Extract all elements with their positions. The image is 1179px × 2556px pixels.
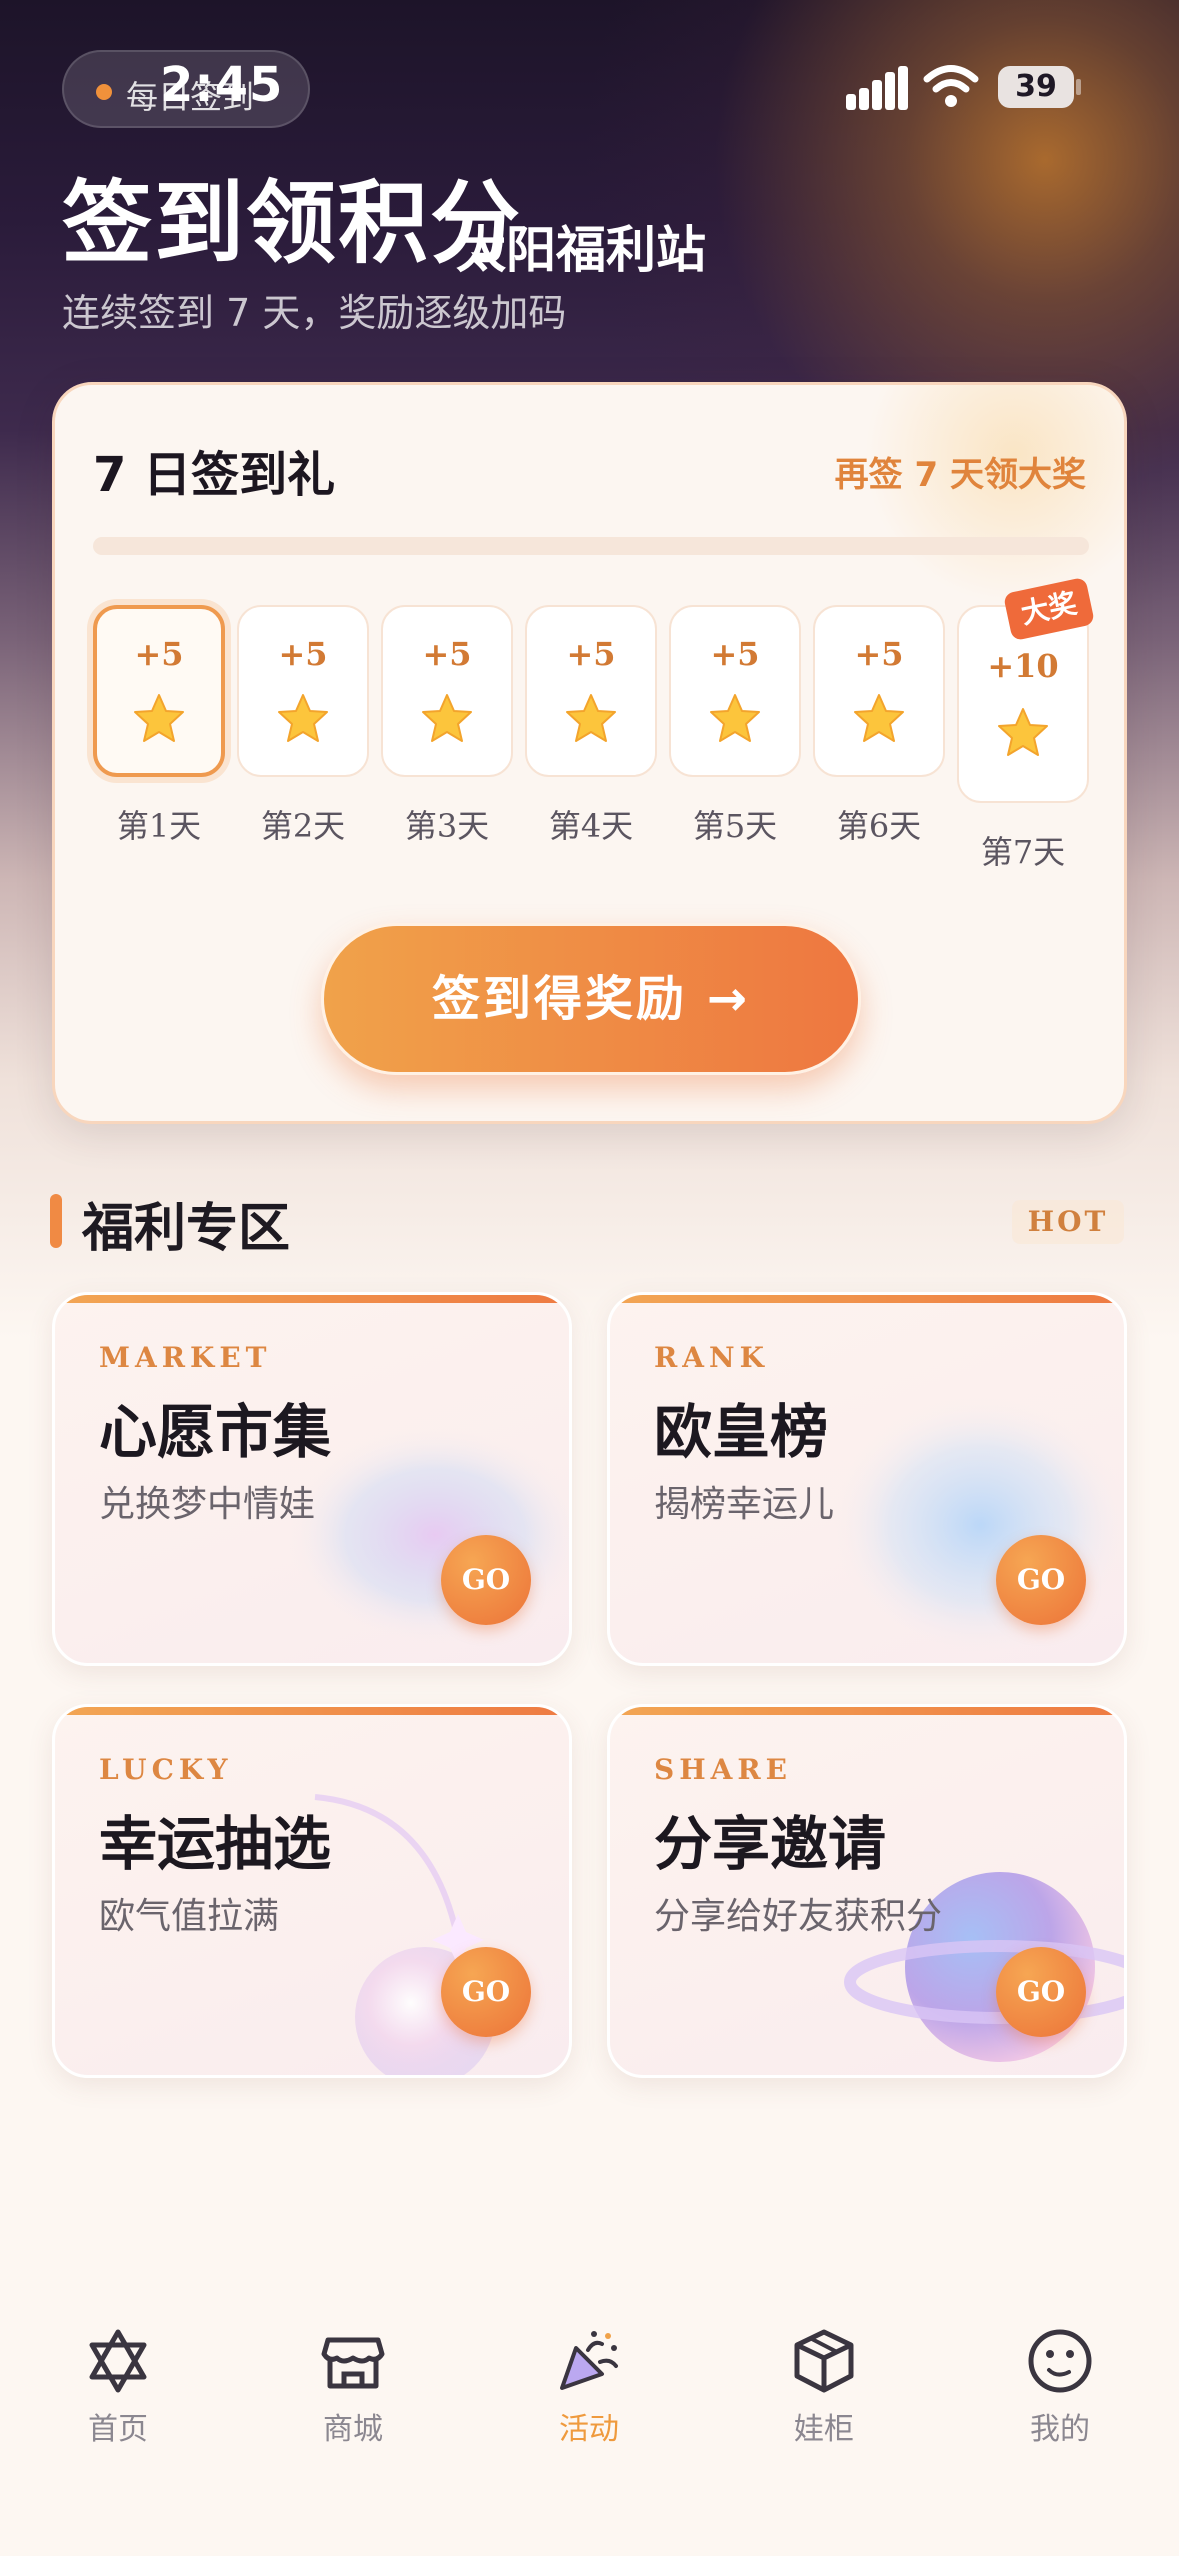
status-dot xyxy=(96,84,112,100)
day-points: +5 xyxy=(854,635,904,673)
status-time: 2:45 xyxy=(160,57,284,113)
card-english-tag: MARKET xyxy=(99,1341,272,1374)
checkin-card: 7 日签到礼 再签 7 天领大奖 +5 第1天 +5 第2天 +5 第3天 +5… xyxy=(52,382,1127,1124)
tab-label: 我的 xyxy=(1030,2412,1090,2447)
card-description: 分享给好友获积分 xyxy=(654,1896,943,1937)
card-title: 分享邀请 xyxy=(654,1810,887,1878)
go-button[interactable]: GO xyxy=(441,1947,531,2037)
card-title: 幸运抽选 xyxy=(99,1810,332,1878)
market-card[interactable]: MARKET 心愿市集 兑换梦中情娃 GO xyxy=(52,1292,572,1666)
site-name: 太阳福利站 xyxy=(456,221,706,279)
tab-activity[interactable]: 活动 xyxy=(509,2326,669,2447)
star-icon xyxy=(566,694,616,742)
tab-label: 商城 xyxy=(323,2412,383,2447)
store-icon xyxy=(321,2337,385,2389)
rank-card[interactable]: RANK 欧皇榜 揭榜幸运儿 GO xyxy=(607,1292,1127,1666)
day-points: +5 xyxy=(422,635,472,673)
day-label: 第5天 xyxy=(692,807,778,845)
day-points: +5 xyxy=(134,635,184,673)
card-description: 揭榜幸运儿 xyxy=(654,1484,835,1525)
tab-label: 首页 xyxy=(88,2412,148,2447)
hot-badge: HOT xyxy=(1012,1200,1124,1244)
cellular-signal-icon xyxy=(846,66,908,110)
tab-label: 娃柜 xyxy=(794,2412,854,2447)
card-english-tag: SHARE xyxy=(654,1753,793,1786)
tab-doll-cabinet[interactable]: 娃柜 xyxy=(744,2326,904,2447)
day-points: +5 xyxy=(710,635,760,673)
day-label: 第1天 xyxy=(116,807,202,845)
card-description: 欧气值拉满 xyxy=(99,1896,280,1937)
checkin-card-title: 7 日签到礼 xyxy=(93,447,336,503)
checkin-hint: 再签 7 天领大奖 xyxy=(834,455,1086,495)
page-title: 签到领积分 xyxy=(62,171,522,276)
party-popper-icon xyxy=(560,2331,618,2390)
star-icon xyxy=(998,708,1048,756)
star-icon xyxy=(278,694,328,742)
battery-level: 39 xyxy=(1015,69,1057,104)
day-label: 第6天 xyxy=(836,807,922,845)
go-button[interactable]: GO xyxy=(441,1535,531,1625)
tab-home[interactable]: 首页 xyxy=(38,2326,198,2447)
star-icon xyxy=(422,694,472,742)
battery-icon: 39 xyxy=(998,66,1081,108)
box-icon xyxy=(794,2329,854,2393)
day-points: +5 xyxy=(566,635,616,673)
card-title: 心愿市集 xyxy=(99,1398,332,1466)
day-label: 第7天 xyxy=(980,833,1066,871)
page-subtitle: 连续签到 7 天，奖励逐级加码 xyxy=(62,291,567,335)
checkin-progress-bar xyxy=(93,537,1089,555)
share-card[interactable]: SHARE 分享邀请 分享给好友获积分 GO xyxy=(607,1704,1127,2078)
day-label: 第4天 xyxy=(548,807,634,845)
wifi-icon xyxy=(923,65,979,107)
day-label: 第2天 xyxy=(260,807,346,845)
checkin-button[interactable]: 签到得奖励 → xyxy=(321,923,861,1075)
day-points: +5 xyxy=(278,635,328,673)
star-of-david-icon xyxy=(89,2329,147,2393)
card-title: 欧皇榜 xyxy=(654,1398,829,1466)
card-english-tag: RANK xyxy=(654,1341,769,1374)
tab-profile[interactable]: 我的 xyxy=(980,2326,1140,2447)
bottom-tab-bar: 首页 商城 活动 娃柜 我的 xyxy=(0,2300,1179,2556)
day-points: +10 xyxy=(987,647,1059,685)
day-label: 第3天 xyxy=(404,807,490,845)
go-button[interactable]: GO xyxy=(996,1947,1086,2037)
cloud-decoration xyxy=(830,1395,1124,1655)
welfare-section-title: 福利专区 xyxy=(82,1199,291,1259)
go-button[interactable]: GO xyxy=(996,1535,1086,1625)
tab-store[interactable]: 商城 xyxy=(273,2326,433,2447)
smiley-face-icon xyxy=(1028,2329,1092,2393)
tab-label: 活动 xyxy=(559,2412,619,2447)
star-icon xyxy=(710,694,760,742)
star-icon xyxy=(134,694,184,742)
section-accent-bar xyxy=(50,1194,62,1248)
card-description: 兑换梦中情娃 xyxy=(99,1484,316,1525)
star-icon xyxy=(854,694,904,742)
lucky-card[interactable]: LUCKY 幸运抽选 欧气值拉满 GO xyxy=(52,1704,572,2078)
card-english-tag: LUCKY xyxy=(99,1753,233,1786)
